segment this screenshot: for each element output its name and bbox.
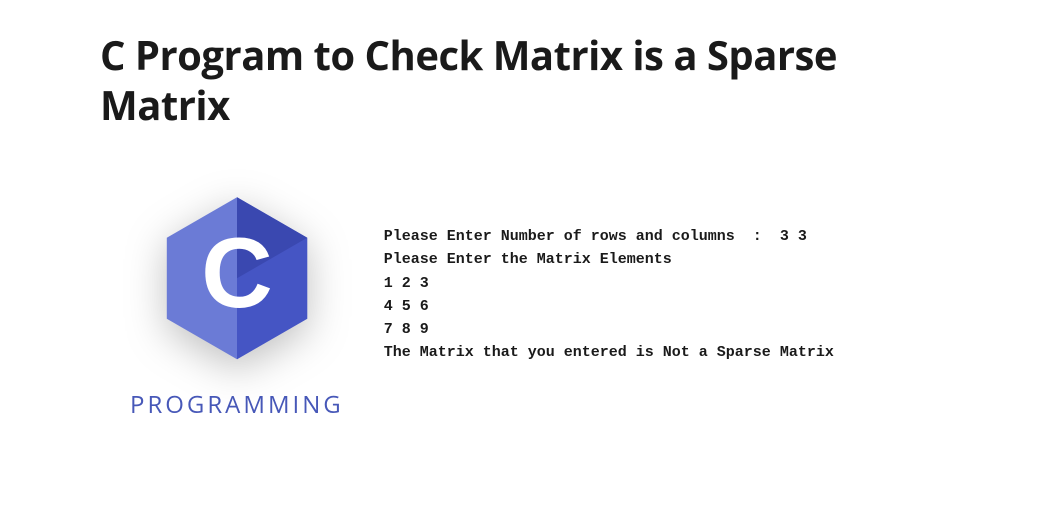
c-logo-icon: C <box>147 190 327 370</box>
c-logo-section: C PROGRAMMING <box>100 190 344 421</box>
page-title: C Program to Check Matrix is a Sparse Ma… <box>100 30 950 130</box>
content-area: C PROGRAMMING Please Enter Number of row… <box>100 190 950 421</box>
console-output: Please Enter Number of rows and columns … <box>384 190 834 365</box>
programming-label: PROGRAMMING <box>130 388 344 421</box>
svg-text:C: C <box>201 217 273 328</box>
